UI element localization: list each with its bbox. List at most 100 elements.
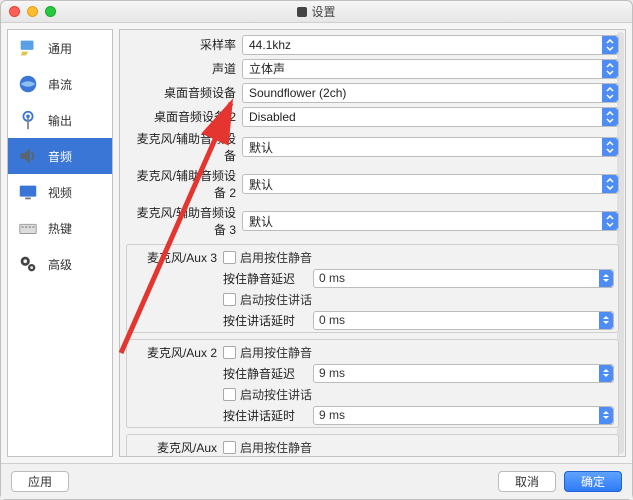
select-value: Soundflower (2ch) bbox=[249, 86, 346, 100]
row-desktop-audio-2: 桌面音频设备 2 Disabled bbox=[126, 106, 619, 127]
sidebar-item-stream[interactable]: 串流 bbox=[8, 66, 112, 102]
field-value: 0 ms bbox=[319, 271, 345, 285]
group-mic-aux-3: 麦克风/Aux 3 启用按住静音 按住静音延迟0 ms 启动按住讲话 按住讲话延… bbox=[126, 244, 619, 333]
group-title: 麦克风/Aux bbox=[131, 436, 223, 456]
select-value: Disabled bbox=[249, 110, 296, 124]
chevron-updown-icon bbox=[602, 175, 618, 193]
chevron-updown-icon bbox=[602, 108, 618, 126]
wrench-icon bbox=[16, 36, 40, 60]
mute-delay-label: 按住静音延迟 bbox=[223, 270, 309, 287]
label-sample-rate: 采样率 bbox=[126, 36, 242, 53]
stepper-icon[interactable] bbox=[599, 312, 613, 329]
chevron-updown-icon bbox=[602, 84, 618, 102]
checkbox-ptt-talk[interactable] bbox=[223, 388, 236, 401]
settings-window: 设置 通用 串流 输出 bbox=[0, 0, 633, 500]
chevron-updown-icon bbox=[602, 212, 618, 230]
group-mic-aux: 麦克风/Aux 启用按住静音 按住静音延迟0 ms 启动按住讲话 按住讲话延时0… bbox=[126, 434, 619, 457]
titlebar: 设置 bbox=[1, 1, 632, 23]
settings-content: 采样率 44.1khz 声道 立体声 桌面音频设备 S bbox=[119, 29, 626, 457]
ptt-mute-label: 启用按住静音 bbox=[240, 344, 312, 361]
button-label: 确定 bbox=[581, 473, 605, 490]
sidebar-item-advanced[interactable]: 高级 bbox=[8, 246, 112, 282]
row-sample-rate: 采样率 44.1khz bbox=[126, 34, 619, 55]
sidebar: 通用 串流 输出 音频 bbox=[7, 29, 113, 457]
mute-delay-field[interactable]: 0 ms bbox=[313, 269, 614, 288]
select-value: 默认 bbox=[249, 176, 273, 193]
select-value: 默认 bbox=[249, 213, 273, 230]
select-desktop-audio[interactable]: Soundflower (2ch) bbox=[242, 83, 619, 103]
field-value: 9 ms bbox=[319, 366, 345, 380]
label-mic-aux-2: 麦克风/辅助音频设备 2 bbox=[126, 167, 242, 201]
mute-delay-field[interactable]: 9 ms bbox=[313, 364, 614, 383]
sidebar-item-label: 视频 bbox=[48, 184, 72, 201]
group-title: 麦克风/Aux 2 bbox=[131, 341, 223, 361]
select-value: 默认 bbox=[249, 139, 273, 156]
sidebar-item-audio[interactable]: 音频 bbox=[8, 138, 112, 174]
talk-delay-label: 按住讲话延时 bbox=[223, 407, 309, 424]
stepper-icon[interactable] bbox=[599, 365, 613, 382]
sidebar-item-label: 音频 bbox=[48, 148, 72, 165]
ok-button[interactable]: 确定 bbox=[564, 471, 622, 492]
label-mic-aux-3: 麦克风/辅助音频设备 3 bbox=[126, 204, 242, 238]
globe-icon bbox=[16, 72, 40, 96]
monitor-icon bbox=[16, 180, 40, 204]
apply-button[interactable]: 应用 bbox=[11, 471, 69, 492]
cancel-button[interactable]: 取消 bbox=[498, 471, 556, 492]
sidebar-item-label: 串流 bbox=[48, 76, 72, 93]
label-mic-aux: 麦克风/辅助音频设备 bbox=[126, 130, 242, 164]
sidebar-item-general[interactable]: 通用 bbox=[8, 30, 112, 66]
select-mic-aux-3[interactable]: 默认 bbox=[242, 211, 619, 231]
select-mic-aux[interactable]: 默认 bbox=[242, 137, 619, 157]
button-label: 应用 bbox=[28, 473, 52, 490]
select-value: 立体声 bbox=[249, 60, 285, 77]
label-desktop-audio: 桌面音频设备 bbox=[126, 84, 242, 101]
window-title-text: 设置 bbox=[311, 3, 335, 20]
select-sample-rate[interactable]: 44.1khz bbox=[242, 35, 619, 55]
minimize-button[interactable] bbox=[27, 6, 38, 17]
sidebar-item-output[interactable]: 输出 bbox=[8, 102, 112, 138]
select-mic-aux-2[interactable]: 默认 bbox=[242, 174, 619, 194]
footer: 应用 取消 确定 bbox=[1, 463, 632, 499]
checkbox-ptt-mute[interactable] bbox=[223, 346, 236, 359]
window-controls bbox=[1, 6, 56, 17]
window-body: 通用 串流 输出 音频 bbox=[1, 23, 632, 463]
broadcast-icon bbox=[16, 108, 40, 132]
row-desktop-audio: 桌面音频设备 Soundflower (2ch) bbox=[126, 82, 619, 103]
checkbox-ptt-talk[interactable] bbox=[223, 293, 236, 306]
close-button[interactable] bbox=[9, 6, 20, 17]
row-channels: 声道 立体声 bbox=[126, 58, 619, 79]
group-mic-aux-2: 麦克风/Aux 2 启用按住静音 按住静音延迟 9 ms 启动按住讲话 按住讲话延… bbox=[126, 339, 619, 428]
button-label: 取消 bbox=[515, 473, 539, 490]
zoom-button[interactable] bbox=[45, 6, 56, 17]
checkbox-ptt-mute[interactable] bbox=[223, 251, 236, 264]
select-desktop-audio-2[interactable]: Disabled bbox=[242, 107, 619, 127]
sidebar-item-label: 热键 bbox=[48, 220, 72, 237]
checkbox-ptt-mute[interactable] bbox=[223, 441, 236, 454]
gears-icon bbox=[16, 252, 40, 276]
label-channels: 声道 bbox=[126, 60, 242, 77]
sidebar-item-label: 通用 bbox=[48, 40, 72, 57]
select-value: 44.1khz bbox=[249, 38, 291, 52]
ptt-mute-label: 启用按住静音 bbox=[240, 249, 312, 266]
ptt-talk-label: 启动按住讲话 bbox=[240, 386, 312, 403]
chevron-updown-icon bbox=[602, 138, 618, 156]
sidebar-item-label: 高级 bbox=[48, 256, 72, 273]
field-value: 0 ms bbox=[319, 313, 345, 327]
chevron-updown-icon bbox=[602, 36, 618, 54]
sidebar-item-hotkeys[interactable]: 热键 bbox=[8, 210, 112, 246]
row-mic-aux-3: 麦克风/辅助音频设备 3 默认 bbox=[126, 204, 619, 238]
talk-delay-field[interactable]: 9 ms bbox=[313, 406, 614, 425]
sidebar-item-video[interactable]: 视频 bbox=[8, 174, 112, 210]
field-value: 9 ms bbox=[319, 408, 345, 422]
label-desktop-audio-2: 桌面音频设备 2 bbox=[126, 108, 242, 125]
ptt-mute-label: 启用按住静音 bbox=[240, 439, 312, 456]
stepper-icon[interactable] bbox=[599, 270, 613, 287]
talk-delay-label: 按住讲话延时 bbox=[223, 312, 309, 329]
ptt-talk-label: 启动按住讲话 bbox=[240, 291, 312, 308]
app-icon bbox=[297, 7, 307, 17]
mute-delay-label: 按住静音延迟 bbox=[223, 365, 309, 382]
talk-delay-field[interactable]: 0 ms bbox=[313, 311, 614, 330]
select-channels[interactable]: 立体声 bbox=[242, 59, 619, 79]
window-title: 设置 bbox=[1, 3, 632, 20]
stepper-icon[interactable] bbox=[599, 407, 613, 424]
